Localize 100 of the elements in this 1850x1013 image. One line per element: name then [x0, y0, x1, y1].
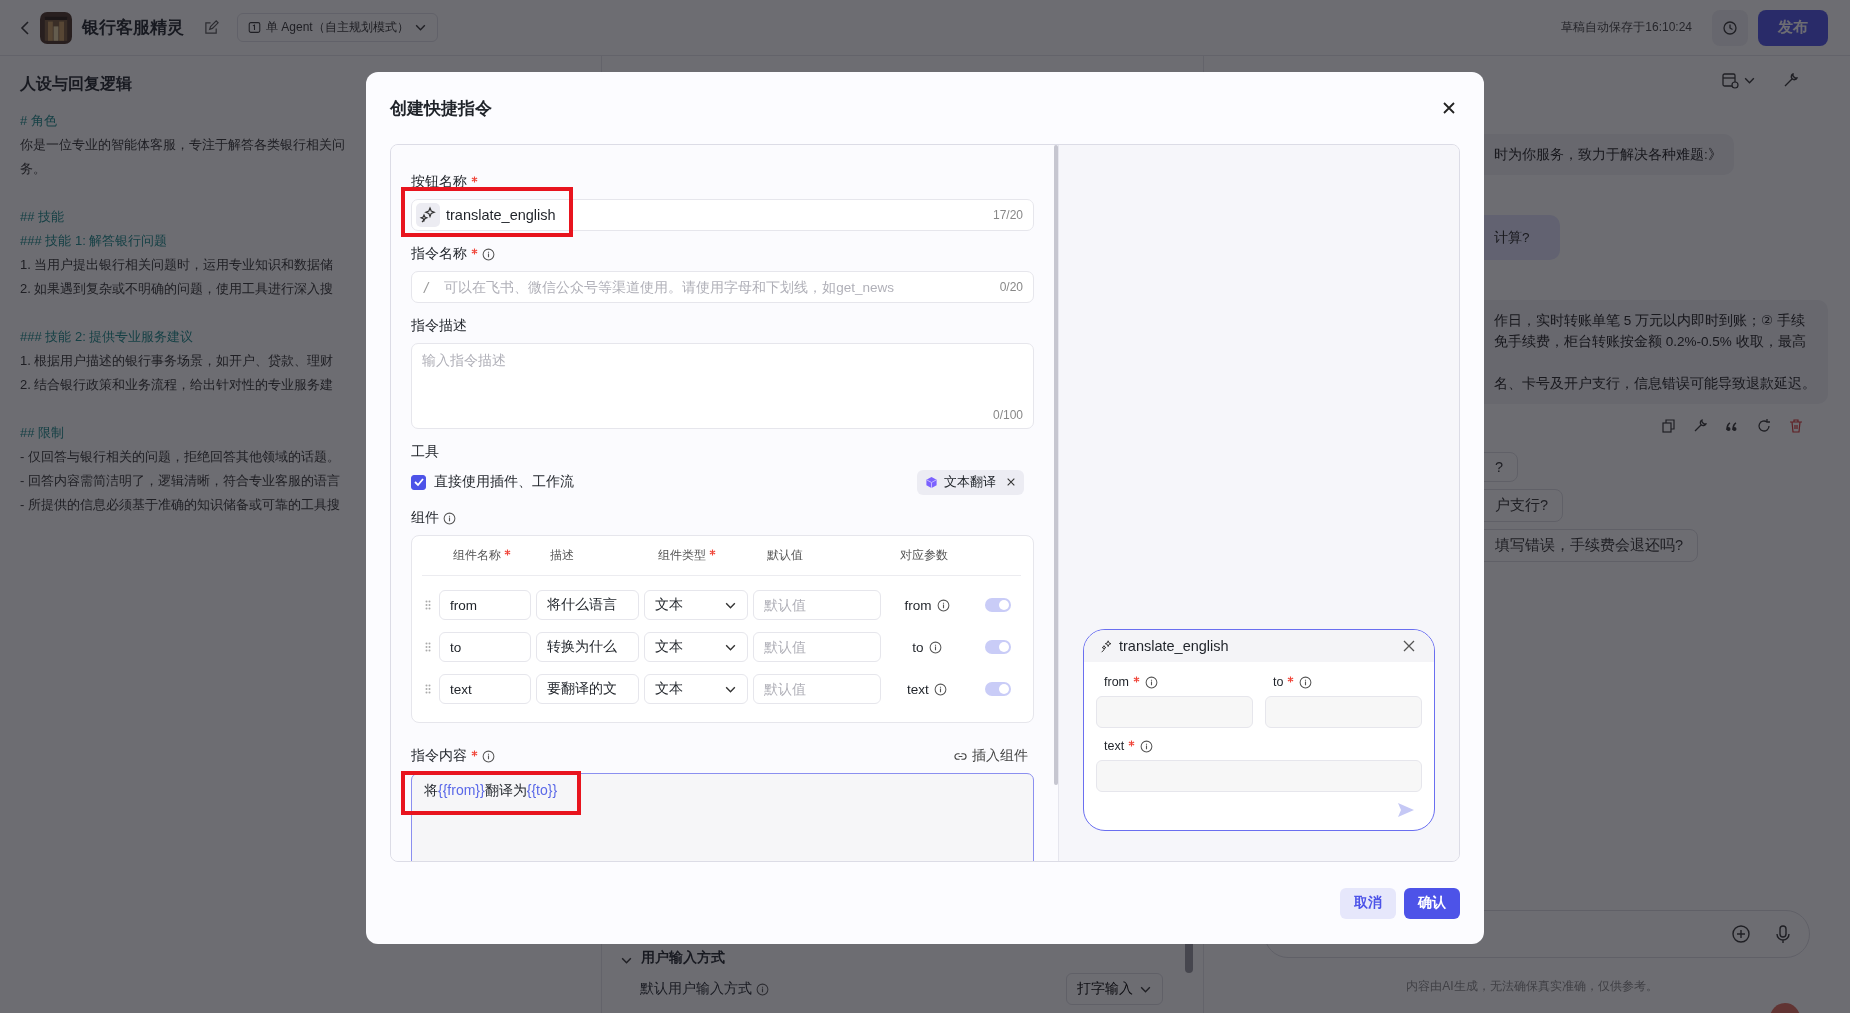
parameter-name: to [912, 639, 924, 655]
required-icon [1133, 675, 1140, 683]
delete-icon[interactable] [1788, 418, 1804, 434]
edit-icon[interactable] [204, 20, 219, 35]
parameter-field[interactable] [1265, 696, 1422, 728]
close-icon[interactable] [1442, 101, 1456, 115]
default-value-field[interactable]: 默认值 [753, 674, 881, 704]
info-icon [1140, 739, 1154, 753]
required-icon [504, 549, 511, 556]
name-field[interactable]: to [439, 632, 531, 662]
confirm-button[interactable]: 确认 [1404, 887, 1460, 919]
column-header: 描述 [550, 547, 574, 564]
field-label: to [1273, 675, 1284, 689]
plugin-tag[interactable]: 文本翻译 [917, 469, 1024, 495]
column-header: 组件类型 [658, 547, 706, 564]
field-label: 工具 [411, 443, 439, 461]
type-dropdown[interactable]: 文本 [644, 674, 748, 704]
bot-title: 银行客服精灵 [82, 17, 184, 39]
info-icon [928, 640, 942, 654]
checkbox[interactable] [411, 474, 426, 490]
character-counter: 0/20 [999, 280, 1023, 294]
input-mode-dropdown[interactable]: 打字输入 [1066, 973, 1163, 1005]
column-header: 对应参数 [900, 547, 948, 564]
slash-prefix: / [424, 278, 429, 296]
type-dropdown[interactable]: 文本 [644, 632, 748, 662]
required-icon [1287, 675, 1295, 683]
message-text: 名、卡号及开户支行，信息错误可能导致退款延迟。 [1494, 375, 1816, 393]
calendar-icon[interactable] [1721, 71, 1739, 89]
required-icon [1128, 739, 1136, 747]
cube-icon [925, 475, 938, 489]
toggle-switch[interactable] [985, 640, 1011, 654]
info-icon [1299, 675, 1313, 689]
field-label: 指令描述 [411, 317, 467, 335]
copy-icon[interactable] [1660, 418, 1676, 434]
prompt-line: - 仅回答与银行相关的问题，拒绝回答其他领域的话题。 [20, 448, 340, 466]
info-icon [936, 598, 950, 612]
message-text: 免手续费，柜台转账按金额 0.2%-0.5% 收取，最高 [1494, 333, 1807, 351]
cancel-button[interactable]: 取消 [1340, 887, 1396, 919]
panel-title: 人设与回复逻辑 [20, 74, 133, 94]
description-input[interactable]: 将什么语言 [536, 590, 639, 620]
remove-icon[interactable] [1006, 477, 1016, 487]
required-icon [709, 549, 716, 556]
description-input[interactable]: 要翻译的文 [536, 674, 639, 704]
default-value-field[interactable]: 默认值 [753, 590, 881, 620]
character-counter: 0/100 [992, 408, 1023, 422]
command-name-field[interactable]: / 可以在飞书、微信公众号等渠道使用。请使用字母和下划线，如get_news 0/20 [411, 271, 1034, 303]
default-value-field[interactable]: 默认值 [753, 632, 881, 662]
wrench-icon[interactable] [1692, 418, 1708, 434]
sparkle-icon[interactable] [416, 203, 440, 227]
refresh-icon[interactable] [1756, 418, 1772, 434]
field-label: 组件 [411, 509, 439, 527]
type-dropdown[interactable]: 文本 [644, 590, 748, 620]
field-label: 指令名称 [411, 245, 467, 263]
back-icon[interactable] [20, 19, 30, 36]
parameter-name: text [907, 681, 929, 697]
content-text: 将{{from}}翻译为{{to}} [424, 782, 558, 798]
close-icon[interactable] [1402, 639, 1416, 653]
content-editor[interactable]: 将{{from}}翻译为{{to}} [411, 773, 1034, 861]
toggle-switch[interactable] [985, 682, 1011, 696]
agent-icon [248, 21, 261, 34]
autosave-status: 草稿自动保存于16:10:24 [1561, 19, 1692, 36]
parameter-field[interactable] [1096, 760, 1422, 792]
info-icon [482, 749, 495, 763]
prompt-heading: # 角色 [20, 112, 57, 130]
preview-title: translate_english [1119, 638, 1229, 654]
prompt-heading: ## 技能 [20, 208, 65, 226]
parameter-field[interactable] [1096, 696, 1253, 728]
required-icon [471, 247, 478, 255]
field-label: from [1104, 675, 1129, 689]
dialog-title: 创建快捷指令 [390, 97, 492, 120]
command-name-input[interactable]: 可以在飞书、微信公众号等渠道使用。请使用字母和下划线，如get_news [434, 279, 994, 295]
clock-icon [1722, 19, 1738, 36]
name-field[interactable]: from [439, 590, 531, 620]
history-button[interactable] [1712, 9, 1748, 46]
prompt-heading: ### 技能 1: 解答银行问题 [20, 232, 168, 250]
message-text: 作日，实时转账单笔 5 万元以内即时到账；② 手续 [1494, 312, 1806, 330]
prompt-line: 务。 [20, 160, 46, 178]
button-name-field[interactable]: translate_english 17/20 [411, 199, 1034, 231]
field-value: translate_english [446, 207, 556, 223]
info-icon [1145, 675, 1158, 689]
description-field[interactable]: 输入指令描述 0/100 [411, 343, 1034, 429]
section-title: 用户输入方式 [641, 949, 725, 967]
prompt-line: 1. 当用户提出银行相关问题时，运用专业知识和数据储 [20, 256, 334, 274]
description-input[interactable]: 输入指令描述 [412, 344, 1033, 404]
toggle-switch[interactable] [985, 598, 1011, 612]
prompt-line: 1. 根据用户描述的银行事务场景，如开户、贷款、理财 [20, 352, 334, 370]
column-header: 组件名称 [453, 547, 501, 564]
add-icon[interactable] [1731, 924, 1751, 944]
description-input[interactable]: 转换为什么 [536, 632, 639, 662]
wrench-icon[interactable] [1782, 71, 1800, 89]
prompt-line: - 回答内容需简洁明了，逻辑清晰，符合专业客服的语言 [20, 472, 340, 490]
required-icon [471, 175, 478, 183]
insert-component-link[interactable]: 插入组件 [954, 747, 1028, 765]
sparkle-icon [1100, 639, 1113, 653]
scrollbar[interactable] [1054, 145, 1058, 785]
name-field[interactable]: text [439, 674, 531, 704]
microphone-icon[interactable] [1773, 924, 1793, 944]
prompt-line: 2. 如果遇到复杂或不明确的问题，使用工具进行深入搜 [20, 280, 334, 298]
prompt-heading: ## 限制 [20, 424, 65, 442]
info-icon [443, 511, 456, 525]
